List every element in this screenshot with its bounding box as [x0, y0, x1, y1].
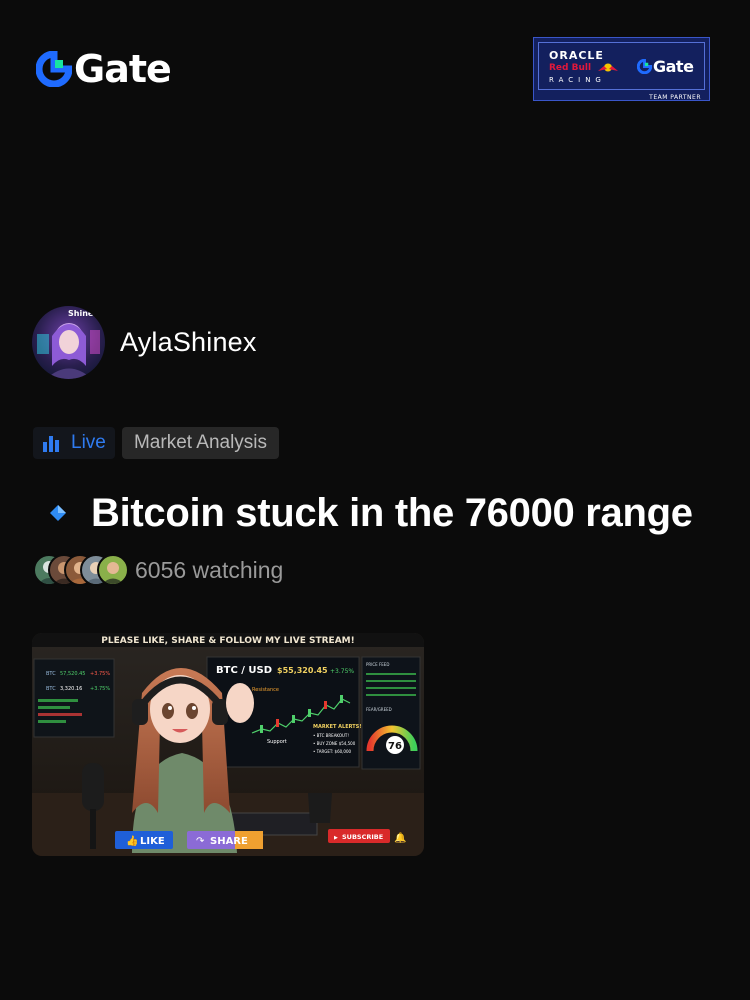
thumb-banner: PLEASE LIKE, SHARE & FOLLOW MY LIVE STRE… [101, 636, 354, 646]
thumb-ticker-1-name: BTC [46, 671, 56, 677]
team-partner-badge: ORACLE Red Bull RACING Gate TEAM PARTNER [533, 37, 710, 101]
thumb-alert-1: • BTC BREAKOUT! [313, 733, 349, 738]
thumb-thumbs-up-icon: 👍 [126, 834, 138, 847]
thumb-ticker-2-change: +3.75% [90, 686, 110, 692]
streamer-username[interactable]: AylaShinex [120, 325, 257, 359]
thumb-price: $55,320.45 [277, 666, 328, 675]
thumb-share-icon: ↷ [196, 836, 205, 847]
watcher-avatar [97, 554, 129, 586]
thumbnail-image: PLEASE LIKE, SHARE & FOLLOW MY LIVE STRE… [32, 633, 424, 856]
microphone [82, 763, 104, 811]
partner-oracle-text: ORACLE [549, 49, 604, 62]
thumb-ticker-2-name: BTC [46, 686, 56, 692]
streamer-avatar[interactable]: Shinex [32, 306, 105, 379]
thumb-share-label: SHARE [210, 836, 248, 847]
thumb-support: Support [267, 739, 287, 745]
thumb-change: +3.75% [330, 668, 354, 675]
thumb-alert-2: • BUY ZONE $54,500 [313, 741, 356, 746]
diamond-icon [50, 505, 66, 521]
thumb-like-label: LIKE [140, 836, 165, 847]
watching-count: 6056 watching [135, 557, 284, 583]
partner-racing-text: RACING [549, 76, 606, 84]
thumb-bell-icon: 🔔 [394, 832, 406, 844]
live-badge: Live [33, 427, 115, 459]
gate-logo-icon [36, 51, 72, 87]
thumb-gauge-value: 76 [388, 741, 402, 752]
thumb-ticker-2-price: 3,320.16 [60, 686, 82, 692]
thumb-play-icon: ▶ [334, 835, 338, 841]
thumb-resistance: Resistance [252, 687, 279, 693]
gate-logo-small-icon [637, 59, 652, 74]
thumb-pair: BTC / USD [216, 665, 272, 676]
coffee-mug [308, 793, 332, 823]
live-label: Live [71, 432, 106, 453]
thumb-panel-title-2: FEAR/GREED [366, 707, 392, 712]
category-tag[interactable]: Market Analysis [122, 427, 279, 459]
thumb-alerts-title: MARKET ALERTS! [313, 724, 362, 730]
partner-gate-text: Gate [653, 57, 694, 76]
logo-text: Gate [74, 47, 172, 91]
gate-logo[interactable]: Gate [36, 47, 172, 91]
watcher-avatars [33, 554, 129, 586]
stream-thumbnail[interactable]: PLEASE LIKE, SHARE & FOLLOW MY LIVE STRE… [32, 633, 424, 856]
stream-title: Bitcoin stuck in the 76000 range [91, 491, 693, 535]
partner-gate-logo: Gate [637, 57, 694, 76]
thumb-subscribe-label: SUBSCRIBE [342, 833, 383, 841]
avatar-overlay-text: Shinex [68, 309, 99, 318]
avatar-image: Shinex [32, 306, 105, 379]
thumb-ticker-1-price: 57,520.45 [60, 671, 85, 677]
thumb-panel-title-1: PRICE FEED [366, 662, 389, 667]
redbull-bulls-icon [598, 63, 618, 72]
partner-frame: ORACLE Red Bull RACING Gate [538, 42, 705, 90]
category-label: Market Analysis [133, 432, 268, 453]
thumb-ticker-1-change: +3.75% [90, 671, 110, 677]
live-bars-icon [43, 436, 59, 452]
thumb-alert-3: • TARGET: $60,000 [313, 749, 352, 754]
partner-redbull-text: Red Bull [549, 63, 592, 73]
partner-footer-text: TEAM PARTNER [649, 94, 701, 101]
